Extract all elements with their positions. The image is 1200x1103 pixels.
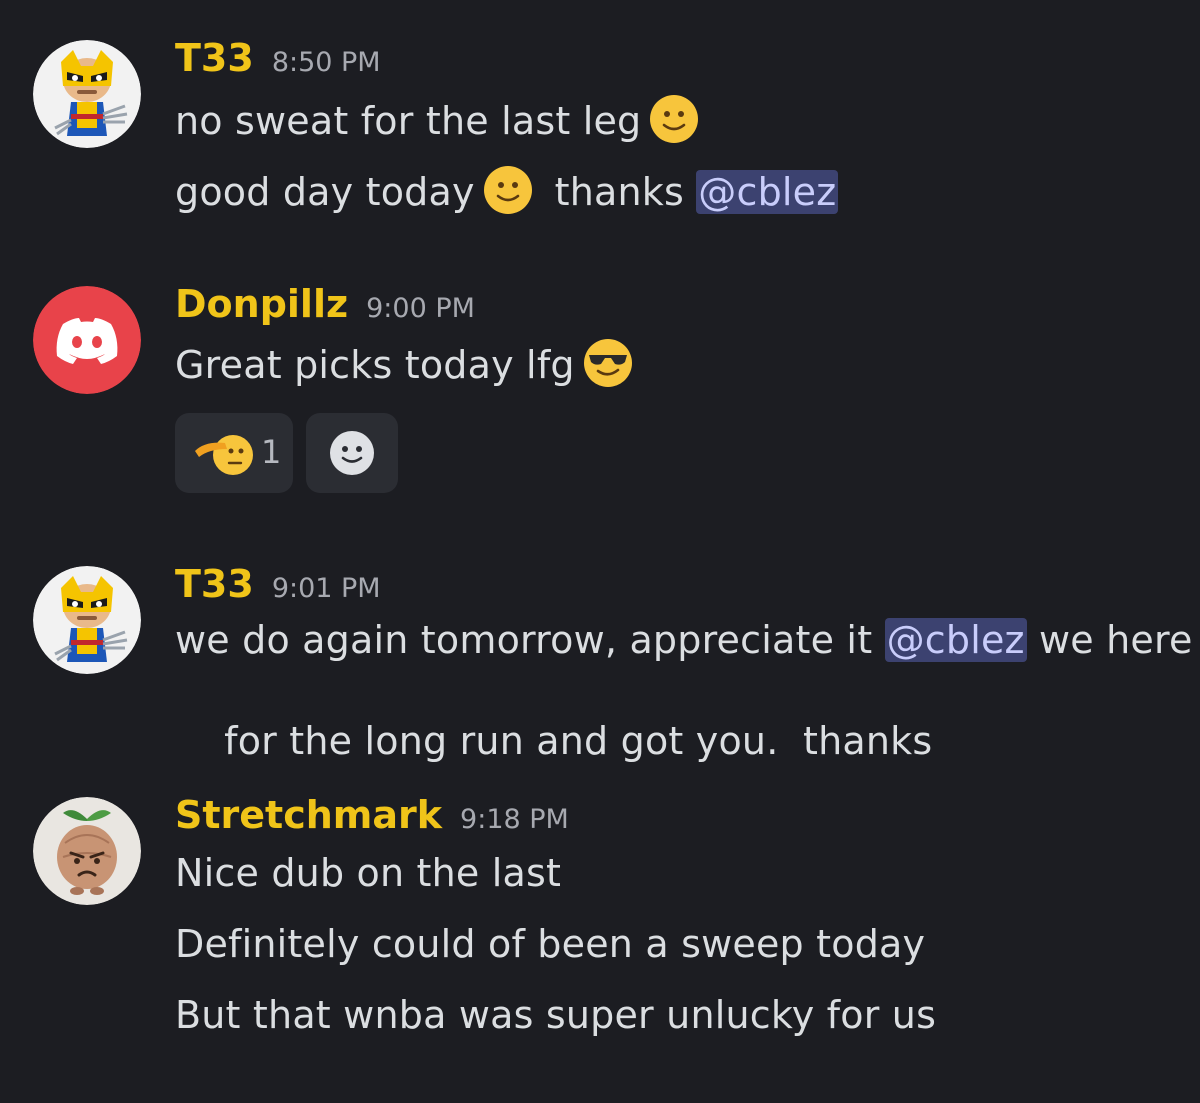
timestamp: 8:50 PM bbox=[271, 47, 381, 78]
timestamp: 9:01 PM bbox=[271, 573, 381, 604]
message-text: thanks bbox=[554, 170, 684, 214]
user-avatar[interactable] bbox=[33, 566, 141, 674]
slightly-smiling-face-icon bbox=[650, 95, 699, 143]
reaction-saluting-face[interactable]: 1 bbox=[175, 413, 293, 493]
message-line: good day today thanks @cblez bbox=[175, 165, 839, 215]
reaction-count: 1 bbox=[261, 433, 282, 471]
message-line: for the long run and got you. thanks bbox=[175, 675, 932, 807]
discord-logo-icon bbox=[33, 286, 141, 394]
message-text: no sweat for the last leg bbox=[175, 99, 642, 143]
message-line: Nice dub on the last bbox=[175, 851, 561, 895]
message-text: we do again tomorrow, appreciate it bbox=[175, 618, 873, 662]
message-text: Nice dub on the last bbox=[175, 851, 562, 895]
message-text: But that wnba was super unlucky for us bbox=[175, 993, 937, 1037]
message-text: Definitely could of been a sweep today bbox=[175, 922, 926, 966]
message-header: T33 9:01 PM bbox=[175, 562, 381, 606]
saluting-face-icon bbox=[195, 435, 253, 475]
message-header: Donpillz 9:00 PM bbox=[175, 282, 475, 326]
message-text: good day today bbox=[175, 170, 475, 214]
username[interactable]: Stretchmark bbox=[175, 793, 442, 837]
add-reaction-button[interactable] bbox=[306, 413, 398, 493]
user-avatar[interactable] bbox=[33, 286, 141, 394]
message-text: for the long run and got you. thanks bbox=[224, 719, 933, 763]
message-text: we here bbox=[1038, 618, 1193, 662]
message-text: Great picks today lfg bbox=[175, 343, 575, 387]
slightly-smiling-face-icon bbox=[483, 166, 532, 214]
username[interactable]: T33 bbox=[175, 36, 254, 80]
username[interactable]: T33 bbox=[175, 562, 254, 606]
user-mention[interactable]: @cblez bbox=[696, 170, 839, 214]
angry-sprout-avatar-icon bbox=[33, 797, 141, 905]
wolverine-avatar-icon bbox=[33, 566, 141, 674]
user-avatar[interactable] bbox=[33, 797, 141, 905]
message-header: Stretchmark 9:18 PM bbox=[175, 793, 569, 837]
message-line: Great picks today lfg bbox=[175, 338, 633, 388]
message-header: T33 8:50 PM bbox=[175, 36, 381, 80]
message-line: we do again tomorrow, appreciate it @cbl… bbox=[175, 618, 1193, 662]
wolverine-avatar-icon bbox=[33, 40, 141, 148]
message-line: Definitely could of been a sweep today bbox=[175, 922, 925, 966]
user-mention[interactable]: @cblez bbox=[884, 618, 1027, 662]
message-line: But that wnba was super unlucky for us bbox=[175, 993, 936, 1037]
timestamp: 9:18 PM bbox=[460, 804, 569, 835]
smiling-face-with-sunglasses-icon bbox=[583, 339, 632, 387]
user-avatar[interactable] bbox=[33, 40, 141, 148]
add-reaction-smiley-icon bbox=[330, 431, 374, 475]
message-line: no sweat for the last leg bbox=[175, 94, 699, 144]
timestamp: 9:00 PM bbox=[366, 293, 475, 324]
username[interactable]: Donpillz bbox=[175, 282, 348, 326]
